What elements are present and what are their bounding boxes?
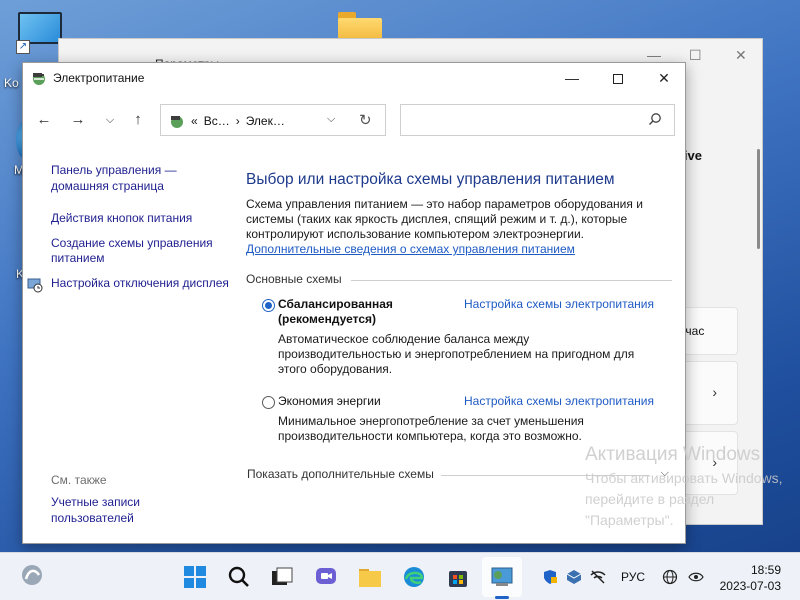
- clock-date: 2023-07-03: [719, 579, 781, 593]
- plan-radio-power-saver[interactable]: [262, 396, 275, 409]
- main-content: Выбор или настройка схемы управления пит…: [246, 171, 672, 444]
- plan-name[interactable]: Сбалансированная (рекомендуется): [278, 297, 458, 327]
- minimize-button[interactable]: —: [549, 63, 595, 93]
- breadcrumb-separator[interactable]: ›: [236, 114, 240, 128]
- display-off-settings-link[interactable]: Настройка отключения дисплея: [27, 275, 231, 292]
- settings-partial-heading: ive: [683, 148, 702, 163]
- clock-icon: [27, 278, 43, 292]
- power-buttons-link[interactable]: Действия кнопок питания: [51, 211, 231, 227]
- plan-power-saver: Экономия энергии Настройка схемы электро…: [246, 394, 671, 444]
- change-plan-settings-link[interactable]: Настройка схемы электропитания: [464, 394, 654, 408]
- preferred-plans-section: Основные схемы: [246, 272, 672, 288]
- search-icon: [649, 113, 661, 125]
- breadcrumb-item[interactable]: Элек…: [246, 114, 285, 128]
- maximize-button[interactable]: [595, 63, 641, 93]
- user-accounts-link[interactable]: Учетные записи пользователей: [51, 495, 201, 526]
- address-dropdown-icon[interactable]: ⌵: [327, 113, 335, 126]
- widgets-icon[interactable]: [20, 563, 44, 587]
- file-explorer-icon[interactable]: [358, 565, 382, 589]
- search-input[interactable]: [400, 104, 675, 136]
- plan-name[interactable]: Экономия энергии: [278, 394, 458, 409]
- this-pc-icon[interactable]: ↗: [16, 12, 62, 54]
- back-arrow-icon[interactable]: ←: [33, 110, 55, 130]
- chevron-right-icon: ›: [712, 384, 717, 400]
- chevron-down-icon[interactable]: ⌵: [661, 467, 669, 480]
- task-view-icon[interactable]: [270, 565, 294, 589]
- close-button[interactable]: ✕: [641, 63, 687, 93]
- minimize-icon[interactable]: —: [647, 47, 661, 63]
- control-panel-home-link[interactable]: Панель управления — домашняя страница: [51, 163, 231, 194]
- chevron-right-icon: ›: [712, 454, 717, 470]
- refresh-icon[interactable]: ↻: [359, 111, 372, 129]
- recent-locations-chevron-icon[interactable]: ⌵: [99, 110, 121, 130]
- settings-card[interactable]: ›: [678, 361, 738, 425]
- accessibility-icon[interactable]: [688, 569, 704, 585]
- settings-card[interactable]: ›: [678, 431, 738, 495]
- plan-radio-balanced[interactable]: [262, 299, 275, 312]
- address-bar[interactable]: « Вс… › Элек… ⌵ ↻: [160, 104, 386, 136]
- power-options-icon: [171, 116, 183, 128]
- desktop-icon-label: Ko: [4, 76, 19, 90]
- power-options-icon: [33, 73, 45, 85]
- section-title: Основные схемы: [246, 272, 342, 286]
- page-description: Схема управления питанием — это набор па…: [246, 197, 643, 241]
- forward-arrow-icon[interactable]: →: [67, 110, 89, 130]
- active-app-indicator: [495, 596, 509, 599]
- left-navigation-pane: Панель управления — домашняя страница Де…: [27, 163, 231, 300]
- power-options-window: Электропитание — ✕ ← → ⌵ ↑ « Вс… › Элек… ⌵ …: [22, 62, 686, 544]
- divider: [441, 475, 649, 476]
- system-clock[interactable]: 18:59 2023-07-03: [720, 562, 781, 594]
- maximize-icon[interactable]: ☐: [689, 47, 702, 64]
- see-also-heading: См. также: [51, 473, 107, 487]
- show-additional-plans[interactable]: Показать дополнительные схемы ⌵: [247, 467, 671, 483]
- divider: [351, 280, 672, 281]
- search-icon[interactable]: [227, 565, 251, 589]
- more-info-link[interactable]: Дополнительные сведения о схемах управле…: [246, 242, 671, 257]
- change-plan-settings-link[interactable]: Настройка схемы электропитания: [464, 297, 654, 311]
- close-icon[interactable]: ✕: [735, 47, 747, 64]
- window-title: Электропитание: [53, 71, 145, 85]
- clock-time: 18:59: [750, 563, 781, 577]
- breadcrumb-item[interactable]: Вс…: [204, 114, 230, 128]
- settings-card[interactable]: ачас: [678, 307, 738, 355]
- edge-icon[interactable]: [402, 565, 426, 589]
- power-options-icon[interactable]: [490, 565, 514, 589]
- network-off-icon[interactable]: [590, 569, 606, 585]
- scrollbar[interactable]: [757, 149, 760, 249]
- page-title: Выбор или настройка схемы управления пит…: [246, 171, 615, 188]
- title-bar[interactable]: Электропитание — ✕: [23, 63, 685, 93]
- defender-icon[interactable]: [542, 569, 558, 585]
- display-off-settings-label: Настройка отключения дисплея: [51, 275, 229, 290]
- create-power-plan-link[interactable]: Создание схемы управления питанием: [51, 236, 231, 267]
- chat-icon[interactable]: [314, 565, 338, 589]
- globe-icon[interactable]: [662, 569, 678, 585]
- taskbar: РУС 18:59 2023-07-03: [0, 552, 800, 600]
- language-indicator[interactable]: РУС: [621, 570, 645, 584]
- up-arrow-icon[interactable]: ↑: [127, 110, 149, 130]
- start-icon[interactable]: [183, 565, 207, 589]
- navigation-bar: ← → ⌵ ↑ « Вс… › Элек… ⌵ ↻: [23, 93, 685, 147]
- show-additional-plans-label: Показать дополнительные схемы: [247, 467, 434, 481]
- plan-balanced: Сбалансированная (рекомендуется) Настрой…: [246, 297, 671, 377]
- shortcut-arrow-icon: ↗: [16, 40, 30, 54]
- breadcrumb-root-chevron[interactable]: «: [191, 114, 198, 128]
- plan-description: Автоматическое соблюдение баланса между …: [278, 332, 635, 376]
- virtualbox-icon[interactable]: [566, 569, 582, 585]
- store-icon[interactable]: [446, 565, 470, 589]
- plan-description: Минимальное энергопотребление за счет ум…: [278, 414, 584, 443]
- folder-icon[interactable]: [338, 12, 382, 42]
